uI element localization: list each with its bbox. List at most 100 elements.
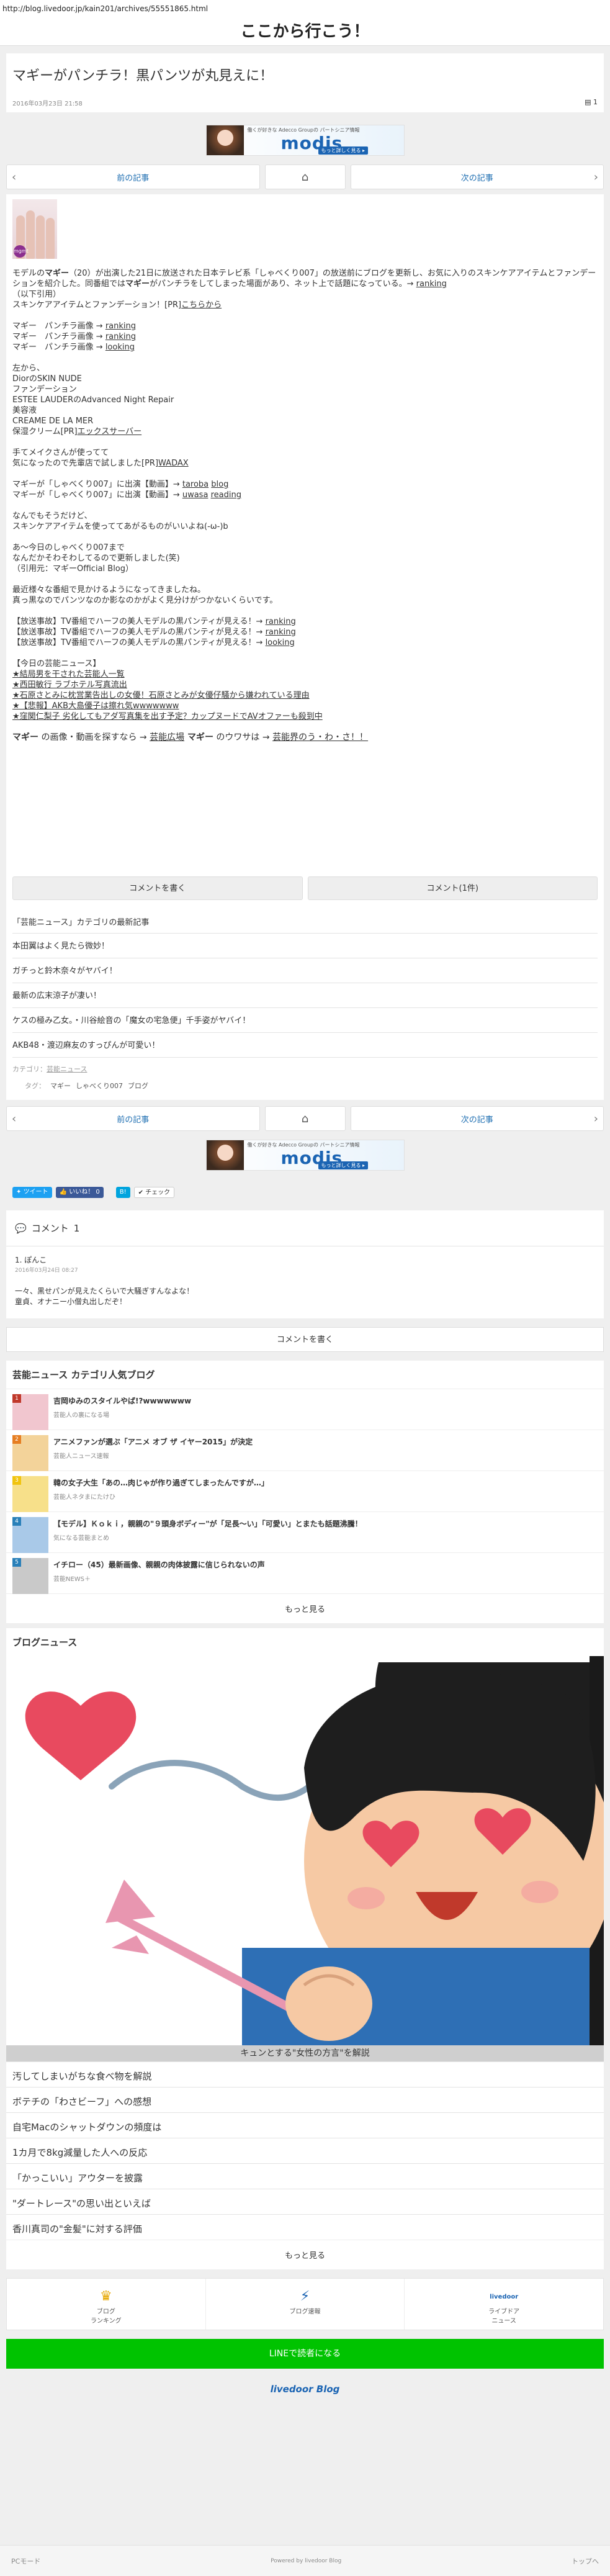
broadcast-line: 【放送事故】TV番組でハーフの美人モデルの黒パンティが見える！→ ranking <box>12 616 598 627</box>
category-latest-heading: 「芸能ニュース」カテゴリの最新記事 <box>12 918 150 927</box>
livedoor-blog-logo[interactable]: livedoor Blog <box>0 2384 610 2395</box>
article-thumbnail[interactable]: mgmt <box>12 199 57 259</box>
home-button[interactable]: ⌂ <box>264 1106 346 1131</box>
blog-news-link[interactable]: "ダートレース"の思い出といえば <box>6 2189 604 2214</box>
like-button[interactable]: 👍 いいね！ 0 <box>55 1187 104 1198</box>
popular-blog-item[interactable]: 1 吉岡ゆみのスタイルやば!?wwwwwww 芸能人の裏になる場 <box>6 1389 604 1430</box>
tweet-button[interactable]: ✦ ツイート <box>12 1187 52 1198</box>
category-link[interactable]: 芸能ニュース <box>47 1065 87 1073</box>
today-news-link[interactable]: ★結局男を干された芸能人一覧 <box>12 669 598 680</box>
prev-post-button[interactable]: ‹ 前の記事 <box>6 1106 260 1131</box>
next-post-button[interactable]: 次の記事 › <box>350 1106 604 1131</box>
livedoor-logo-icon: livedoor <box>490 2294 519 2300</box>
geinou-hiroba-link[interactable]: 芸能広場 <box>150 732 184 742</box>
rank-badge: 2 <box>12 1435 21 1444</box>
blog-ranking-button[interactable]: ♛ ブログ ランキング <box>7 2279 206 2330</box>
category-article-link[interactable]: AKB48・渡辺麻友のすっぴんが可愛い！ <box>12 1032 598 1057</box>
today-news-link[interactable]: ★窪関仁梨子 劣化してもアダ写真集を出す予定？カップヌードでAVオファーも殺到中 <box>12 711 598 722</box>
popular-blog-item[interactable]: 2 アニメファンが選ぶ「アニメ オブ ザ イヤー2015」が決定 芸能人ニュース速報 <box>6 1430 604 1471</box>
video-link[interactable]: blog <box>211 480 228 489</box>
ranking-link[interactable]: ranking <box>416 279 447 289</box>
popular-blog-thumb: 5 <box>12 1558 48 1594</box>
blog-news-link[interactable]: 香川真司の"金髪"に対する評価 <box>6 2214 604 2240</box>
article-line: なんだかそわそわしてるので更新しました(笑) <box>12 554 180 563</box>
category-article-link[interactable]: 最新の広末涼子が凄い！ <box>12 983 598 1007</box>
hatena-button[interactable]: B! <box>115 1187 130 1198</box>
write-comment-button[interactable]: コメントを書く <box>6 1327 604 1352</box>
video-link[interactable]: uwasa <box>182 490 209 500</box>
popular-blogs-section: 芸能ニュース カテゴリ人気ブログ 1 吉岡ゆみのスタイルやば!?wwwwwww 芸能… <box>6 1361 604 1623</box>
ad-banner[interactable]: 働くが好きな Adecco Groupの パートシニア情報 modis もっと詳… <box>205 1140 405 1171</box>
today-news-link[interactable]: ★石原さとみに枕営業告出しの女優！石原さとみが女優仔騒から嫌われている理由 <box>12 690 598 701</box>
blog-news-link[interactable]: 汚してしまいがちな食べ物を解説 <box>6 2061 604 2087</box>
image-link-line: マギー パンチラ画像 → ranking <box>12 321 598 331</box>
broadcast-link[interactable]: ranking <box>266 628 296 637</box>
xserver-link[interactable]: エックスサーバー <box>78 427 141 436</box>
comments-section: 💬 コメント 1 1. ぽんこ 2016年03月24日 08:27 一々、黒せパンが… <box>6 1210 604 1318</box>
pc-mode-link[interactable]: PCモード <box>11 2556 40 2566</box>
write-comment-button[interactable]: コメントを書く <box>12 876 303 900</box>
blog-news-link[interactable]: ボテチの「わさビーフ」への感想 <box>6 2087 604 2112</box>
blog-ranking-label: ブログ ランキング <box>90 2308 122 2325</box>
chevron-right-icon: › <box>593 1112 598 1125</box>
today-news-link[interactable]: ★【悲報】AKB大島優子は擦れ気wwwwwww <box>12 701 598 711</box>
livedoor-news-label: ライブドア ニュース <box>488 2308 520 2325</box>
livedoor-news-button[interactable]: livedoor ライブドア ニュース <box>405 2279 603 2330</box>
broadcast-label: 【放送事故】TV番組でハーフの美人モデルの黒パンティが見える！→ <box>12 638 266 647</box>
ad-cta[interactable]: もっと詳しく見る ▸ <box>318 146 369 155</box>
check-button[interactable]: ✔ チェック <box>133 1187 175 1198</box>
video-link[interactable]: taroba <box>182 480 209 489</box>
powered-by: Powered by livedoor Blog <box>271 2557 342 2564</box>
popular-more-button[interactable]: もっと見る <box>6 1593 604 1623</box>
article-paragraph: モデルのマギー（20）が出演した21日に放送された日本テレビ系「しゃべくり007… <box>12 269 596 289</box>
image-link-line: マギー パンチラ画像 → looking <box>12 342 598 353</box>
site-title[interactable]: ここから行こう！ <box>0 17 610 46</box>
tag-link[interactable]: しゃべくり007 <box>76 1082 123 1090</box>
tag-link[interactable]: ブログ <box>128 1082 148 1090</box>
next-post-button[interactable]: 次の記事 › <box>350 164 604 189</box>
news-feature-caption[interactable]: キュンとする"女性の方言"を解説 <box>6 2045 604 2061</box>
home-button[interactable]: ⌂ <box>264 164 346 189</box>
category-article-link[interactable]: 本田翼はよく見たら微妙！ <box>12 933 598 958</box>
pr-link[interactable]: こちらから <box>181 300 222 310</box>
video-link[interactable]: reading <box>211 490 241 500</box>
view-comments-button[interactable]: コメント(1件) <box>307 876 598 900</box>
popular-blog-item[interactable]: 4 【モデル】Ｋｏｋｉ，親親の"９頭身ボディー"が「足長〜い」「可愛い」とまたも話… <box>6 1511 604 1553</box>
tag-link[interactable]: マギー <box>50 1082 71 1090</box>
image-link[interactable]: ranking <box>105 332 136 341</box>
browser-url-bar[interactable]: http://blog.livedoor.jp/kain201/archives… <box>0 0 610 17</box>
popular-blog-item[interactable]: 5 イチロー（45）最新画像、親親の肉体披露に信じられないの声 芸能NEWS＋ <box>6 1552 604 1594</box>
popular-blog-source: 芸能NEWS＋ <box>53 1576 91 1583</box>
prev-post-button[interactable]: ‹ 前の記事 <box>6 164 260 189</box>
blog-news-flash-button[interactable]: ⚡ ブログ速報 <box>206 2279 405 2330</box>
popular-blog-thumb: 4 <box>12 1517 48 1553</box>
chevron-right-icon: › <box>593 170 598 184</box>
today-news-link[interactable]: ★西田敏行 ラブホテル写真流出 <box>12 680 598 690</box>
blog-news-link[interactable]: 「かっこいい」アウターを披露 <box>6 2163 604 2189</box>
popular-blog-thumb: 2 <box>12 1435 48 1471</box>
broadcast-link[interactable]: looking <box>266 638 295 647</box>
category-article-link[interactable]: ガチっと鈴木奈々がヤバイ！ <box>12 958 598 983</box>
broadcast-link[interactable]: ranking <box>266 617 296 626</box>
news-feature-image[interactable] <box>6 1656 604 2045</box>
thumb-figure <box>36 215 45 259</box>
post-nav-bottom: ‹ 前の記事 ⌂ 次の記事 › <box>0 1106 610 1131</box>
uwasa-link[interactable]: 芸能界のう・わ・さ！！ <box>272 732 368 742</box>
comment-author: 1. ぽんこ <box>15 1256 47 1264</box>
blog-news-link[interactable]: 自宅Macのシャットダウンの頻度は <box>6 2112 604 2138</box>
image-link[interactable]: looking <box>105 343 135 352</box>
back-to-top-link[interactable]: トップへ <box>572 2556 599 2566</box>
blog-news-link[interactable]: 1カ月で8kg減量した人への反応 <box>6 2138 604 2163</box>
blognews-more-button[interactable]: もっと見る <box>6 2240 604 2269</box>
article-line: （引用元：マギーOfficial Blog） <box>12 564 134 574</box>
line-follow-button[interactable]: LINEで読者になる <box>6 2339 604 2369</box>
category-article-link[interactable]: ケスの極み乙女。・川谷絵音の「魔女の宅急便」千手姿がヤバイ！ <box>12 1007 598 1032</box>
comment-count-link[interactable]: ▤ 1 <box>585 98 598 107</box>
next-label: 次の記事 <box>460 173 493 183</box>
popular-blog-item[interactable]: 3 韓の女子大生「あの…肉じゃが作り過ぎてしまったんですが…」 芸能人ネタまにたけひ <box>6 1470 604 1512</box>
wadax-link[interactable]: WADAX <box>158 459 189 468</box>
prev-label: 前の記事 <box>117 173 150 183</box>
image-link[interactable]: ranking <box>105 322 136 331</box>
ad-cta[interactable]: もっと詳しく見る ▸ <box>318 1161 369 1169</box>
ad-banner[interactable]: 働くが好きな Adecco Groupの パートシニア情報 modis もっと詳… <box>205 125 405 156</box>
